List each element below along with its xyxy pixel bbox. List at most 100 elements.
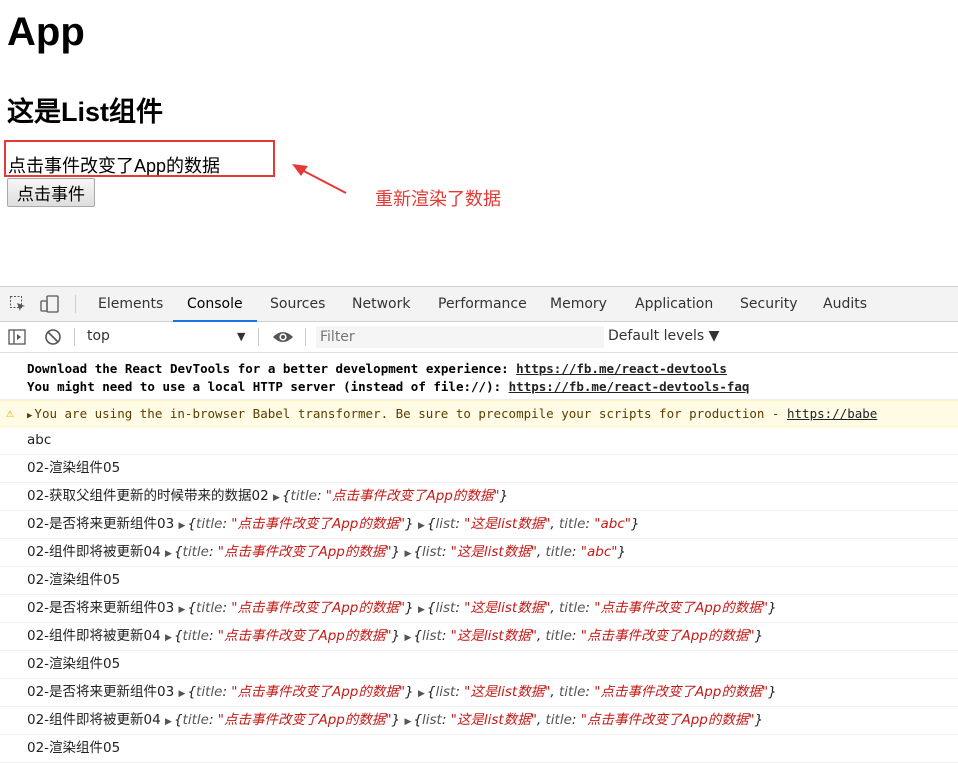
object-key: title: [182, 628, 209, 644]
expand-triangle-icon[interactable]: ▶: [418, 689, 425, 699]
object-preview[interactable]: ▶ {title: "点击事件改变了App的数据"}: [165, 712, 400, 728]
expand-triangle-icon[interactable]: ▶: [27, 411, 32, 421]
object-value: "点击事件改变了App的数据": [231, 600, 406, 616]
object-preview[interactable]: ▶ {list: "这是list数据", title: "点击事件改变了App的数…: [404, 712, 763, 728]
object-value: "abc": [580, 544, 618, 560]
eye-icon[interactable]: [272, 329, 294, 349]
object-value: "点击事件改变了App的数据": [231, 516, 406, 532]
object-key: title: [196, 516, 223, 532]
object-key: list: [435, 516, 456, 532]
tab-sources[interactable]: Sources: [270, 287, 325, 320]
object-preview[interactable]: ▶ {list: "这是list数据", title: "abc"}: [404, 544, 626, 560]
react-devtools-message: Download the React DevTools for a better…: [0, 353, 958, 400]
default-levels-dropdown[interactable]: Default levels ▼: [608, 328, 719, 344]
object-key: list: [422, 544, 442, 560]
object-value: "这是list数据": [450, 712, 537, 728]
expand-triangle-icon[interactable]: ▶: [404, 717, 411, 727]
annotation-text: 重新渲染了数据: [375, 189, 501, 209]
object-preview[interactable]: ▶ {title: "点击事件改变了App的数据"}: [273, 488, 508, 504]
tab-security[interactable]: Security: [740, 287, 798, 320]
tab-console[interactable]: Console: [173, 287, 257, 322]
devtools-panel: Elements Console Sources Network Perform…: [0, 286, 958, 763]
expand-triangle-icon[interactable]: ▶: [418, 605, 425, 615]
object-value: "点击事件改变了App的数据": [594, 684, 769, 700]
log-message: 02-组件即将被更新04: [27, 544, 166, 560]
expand-triangle-icon[interactable]: ▶: [165, 633, 172, 643]
inspect-element-icon[interactable]: [9, 295, 27, 317]
object-key: title: [545, 712, 572, 728]
expand-triangle-icon[interactable]: ▶: [179, 521, 186, 531]
toolbar-divider: [75, 295, 76, 313]
object-key: list: [435, 684, 456, 700]
babel-warning-row[interactable]: ⚠ ▶ You are using the in-browser Babel tra…: [0, 400, 958, 427]
toolbar-divider: [305, 328, 306, 346]
filter-input[interactable]: [316, 326, 604, 348]
devtools-faq-link[interactable]: https://fb.me/react-devtools-faq: [509, 379, 750, 394]
object-key: title: [182, 712, 209, 728]
object-preview[interactable]: ▶ {title: "点击事件改变了App的数据"}: [179, 516, 414, 532]
console-log-row: 02-获取父组件更新的时候带来的数据02 ▶ {title: "点击事件改变了Ap…: [0, 483, 958, 511]
object-key: title: [559, 516, 586, 532]
object-value: "abc": [594, 516, 631, 532]
object-preview[interactable]: ▶ {title: "点击事件改变了App的数据"}: [165, 628, 400, 644]
list-heading: 这是List组件: [7, 97, 164, 127]
tab-elements[interactable]: Elements: [98, 287, 163, 320]
warning-icon: ⚠: [6, 406, 14, 421]
clear-console-icon[interactable]: [44, 328, 62, 350]
chevron-down-icon[interactable]: ▼: [237, 330, 245, 343]
console-toolbar: top ▼ Default levels ▼: [0, 322, 958, 353]
tab-memory[interactable]: Memory: [550, 287, 607, 320]
expand-triangle-icon[interactable]: ▶: [179, 605, 186, 615]
click-event-button[interactable]: 点击事件: [7, 178, 95, 207]
object-preview[interactable]: ▶ {list: "这是list数据", title: "点击事件改变了App的数…: [418, 684, 777, 700]
console-log-row: 02-是否将来更新组件03 ▶ {title: "点击事件改变了App的数据"} …: [0, 595, 958, 623]
log-message: 02-渲染组件05: [27, 740, 121, 756]
object-value: "点击事件改变了App的数据": [217, 712, 392, 728]
console-log-row: 02-渲染组件05: [0, 735, 958, 763]
console-log-row: 02-组件即将被更新04 ▶ {title: "点击事件改变了App的数据"} ▶…: [0, 539, 958, 567]
object-key: title: [559, 684, 586, 700]
expand-triangle-icon[interactable]: ▶: [418, 521, 425, 531]
devtools-link[interactable]: https://fb.me/react-devtools: [516, 361, 727, 376]
object-preview[interactable]: ▶ {title: "点击事件改变了App的数据"}: [165, 544, 400, 560]
console-log-row: 02-渲染组件05: [0, 567, 958, 595]
console-log-row: 02-是否将来更新组件03 ▶ {title: "点击事件改变了App的数据"} …: [0, 511, 958, 539]
tab-application[interactable]: Application: [635, 287, 713, 320]
object-preview[interactable]: ▶ {list: "这是list数据", title: "abc"}: [418, 516, 640, 532]
highlight-box: [4, 140, 275, 177]
devtools-tabbar: Elements Console Sources Network Perform…: [0, 287, 958, 322]
device-toolbar-icon[interactable]: [40, 295, 60, 317]
log-message: 02-获取父组件更新的时候带来的数据02: [27, 488, 274, 504]
object-value: "点击事件改变了App的数据": [580, 712, 755, 728]
expand-triangle-icon[interactable]: ▶: [273, 493, 280, 503]
object-preview[interactable]: ▶ {list: "这是list数据", title: "点击事件改变了App的数…: [418, 600, 777, 616]
expand-triangle-icon[interactable]: ▶: [404, 633, 411, 643]
expand-triangle-icon[interactable]: ▶: [165, 717, 172, 727]
tab-audits[interactable]: Audits: [823, 287, 867, 320]
log-message: 02-组件即将被更新04: [27, 712, 166, 728]
expand-triangle-icon[interactable]: ▶: [404, 549, 411, 559]
sidebar-toggle-icon[interactable]: [8, 328, 26, 350]
object-value: "点击事件改变了App的数据": [217, 628, 392, 644]
tab-network[interactable]: Network: [352, 287, 410, 320]
object-value: "这是list数据": [464, 516, 551, 532]
object-preview[interactable]: ▶ {title: "点击事件改变了App的数据"}: [179, 684, 414, 700]
console-output: Download the React DevTools for a better…: [0, 353, 958, 763]
context-select[interactable]: top: [87, 328, 110, 344]
log-message: 02-渲染组件05: [27, 460, 121, 476]
info-text: You might need to use a local HTTP serve…: [27, 379, 509, 394]
log-message: 02-渲染组件05: [27, 656, 121, 672]
toolbar-divider: [258, 328, 259, 346]
log-message: 02-组件即将被更新04: [27, 628, 166, 644]
object-value: "这是list数据": [450, 628, 537, 644]
expand-triangle-icon[interactable]: ▶: [179, 689, 186, 699]
expand-triangle-icon[interactable]: ▶: [165, 549, 172, 559]
object-value: "点击事件改变了App的数据": [217, 544, 392, 560]
object-preview[interactable]: ▶ {title: "点击事件改变了App的数据"}: [179, 600, 414, 616]
babel-link[interactable]: https://babe: [787, 406, 877, 421]
object-preview[interactable]: ▶ {list: "这是list数据", title: "点击事件改变了App的数…: [404, 628, 763, 644]
object-key: title: [545, 544, 572, 560]
object-key: title: [182, 544, 209, 560]
object-value: "点击事件改变了App的数据": [231, 684, 406, 700]
tab-performance[interactable]: Performance: [438, 287, 527, 320]
